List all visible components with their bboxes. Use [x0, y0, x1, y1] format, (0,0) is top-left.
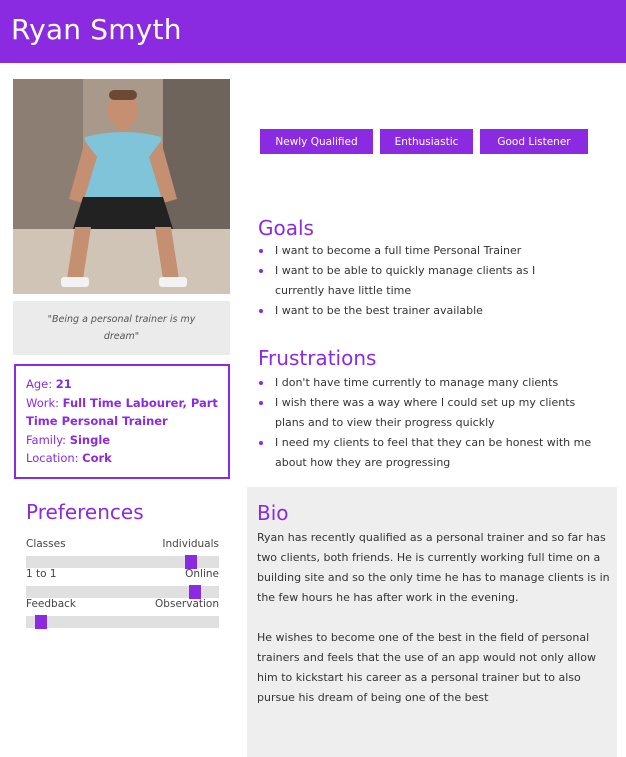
persona-quote-box: "Being a personal trainer is my dream": [13, 301, 230, 355]
work-line: Work: Full Time Labourer, Part Time Pers…: [26, 394, 218, 431]
frustrations-title: Frustrations: [258, 346, 377, 370]
age-value: 21: [55, 377, 72, 391]
age-label: Age:: [26, 377, 53, 391]
goals-list: I want to become a full time Personal Tr…: [258, 241, 608, 321]
bio-text: Ryan has recently qualified as a persona…: [257, 528, 610, 708]
family-label: Family:: [26, 432, 67, 447]
preference-track: [26, 615, 219, 629]
bio-paragraph: Ryan has recently qualified as a persona…: [257, 531, 610, 604]
preference-marker: [35, 615, 47, 629]
trait-tag: Good Listener: [480, 129, 588, 154]
location-line: Location: Cork: [26, 449, 218, 468]
preference-left-label: Feedback: [26, 598, 77, 610]
preference-left-label: 1 to 1: [26, 568, 57, 580]
trait-tag: Enthusiastic: [380, 129, 473, 154]
frustration-item: I don't have time currently to manage ma…: [258, 373, 608, 393]
persona-quote: "Being a personal trainer is my dream": [47, 314, 196, 342]
goal-item: I want to be able to quickly manage clie…: [258, 261, 608, 301]
frustration-item: I wish there was a way where I could set…: [258, 393, 608, 433]
bio-panel: Bio Ryan has recently qualified as a per…: [247, 487, 617, 757]
location-label: Location:: [26, 451, 79, 465]
preference-right-label: Online: [185, 568, 219, 580]
preference-scale: 1 to 1 Online: [26, 567, 219, 599]
trait-tag: Newly Qualified: [260, 129, 373, 154]
bio-title: Bio: [257, 501, 289, 525]
goal-item: I want to become a full time Personal Tr…: [258, 241, 608, 261]
family-line: Family: Single: [26, 431, 218, 450]
preference-left-label: Classes: [26, 538, 66, 550]
age-line: Age: 21: [26, 375, 218, 394]
persona-header: Ryan Smyth: [0, 0, 626, 63]
preference-right-label: Individuals: [162, 538, 219, 550]
preferences-title: Preferences: [26, 500, 144, 524]
persona-photo: [13, 79, 230, 294]
family-value: Single: [69, 432, 111, 447]
location-value: Cork: [82, 451, 112, 465]
preference-scale: Feedback Observation: [26, 597, 219, 629]
frustrations-list: I don't have time currently to manage ma…: [258, 373, 608, 473]
frustration-item: I need my clients to feel that they can …: [258, 433, 608, 473]
trait-tags: Newly Qualified Enthusiastic Good Listen…: [260, 129, 588, 154]
goals-title: Goals: [258, 216, 314, 240]
goal-item: I want to be the best trainer available: [258, 301, 608, 321]
bio-paragraph: He wishes to become one of the best in t…: [257, 631, 596, 704]
work-label: Work:: [26, 395, 59, 410]
preference-scale: Classes Individuals: [26, 537, 219, 569]
preference-right-label: Observation: [155, 598, 219, 610]
persona-name: Ryan Smyth: [11, 13, 182, 46]
persona-info-card: Age: 21 Work: Full Time Labourer, Part T…: [14, 364, 230, 479]
